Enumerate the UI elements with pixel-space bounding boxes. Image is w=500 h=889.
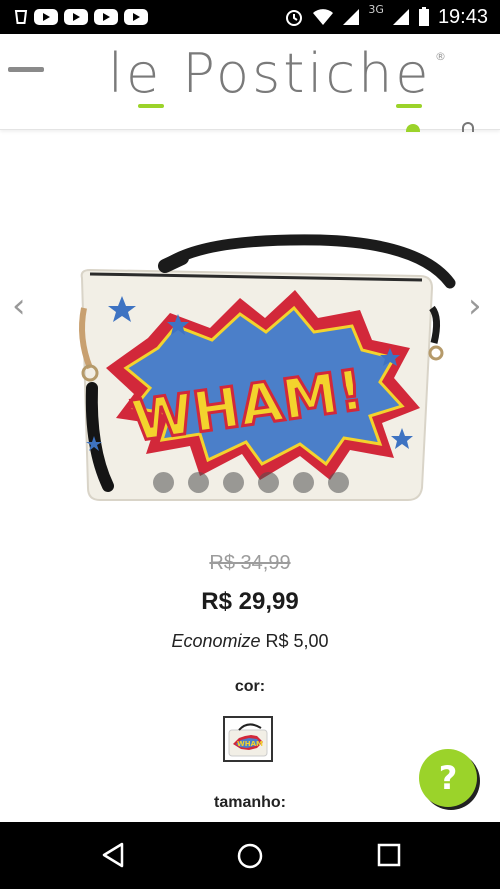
home-icon: [237, 843, 263, 869]
status-bar: 3G 19:43: [0, 0, 500, 34]
carousel-dot[interactable]: [223, 472, 244, 493]
color-label: cor:: [234, 678, 266, 695]
carousel-dot[interactable]: [328, 472, 349, 493]
clock: 19:43: [437, 5, 488, 28]
carousel-dot[interactable]: [293, 472, 314, 493]
wifi-icon: [313, 9, 334, 25]
youtube-icon: [94, 9, 118, 25]
youtube-icon: [124, 9, 148, 25]
logo-accent-e2: [396, 104, 422, 108]
home-button[interactable]: [236, 842, 264, 870]
youtube-icon: [64, 9, 88, 25]
color-swatch[interactable]: WHAM: [223, 716, 273, 762]
product-image-carousel: ‹ WHAM! ›: [0, 200, 500, 501]
back-icon: [102, 842, 124, 868]
menu-button[interactable]: [8, 64, 46, 74]
alarm-icon: [286, 10, 303, 26]
carousel-dots: [153, 472, 349, 493]
carousel-dot[interactable]: [153, 472, 174, 493]
old-price: R$ 34,99: [209, 552, 291, 574]
swatch-thumbnail: WHAM: [228, 723, 268, 757]
logo[interactable]: le Postiche ®: [108, 42, 446, 112]
recent-apps-button[interactable]: [376, 842, 402, 868]
network-type: 3G: [368, 2, 384, 16]
cart-icon[interactable]: [406, 124, 420, 132]
site-header: le Postiche ®: [0, 34, 500, 132]
carousel-next-button[interactable]: ›: [468, 286, 482, 326]
android-nav-bar: [0, 822, 500, 889]
savings-text: Economize R$ 5,00: [0, 631, 500, 652]
notification-cup-icon: [14, 10, 28, 24]
logo-registered-mark: ®: [435, 50, 446, 63]
logo-text: le Postiche: [108, 42, 432, 105]
carousel-dot[interactable]: [258, 472, 279, 493]
back-button[interactable]: [100, 842, 126, 868]
svg-text:WHAM: WHAM: [237, 740, 263, 748]
status-right: 3G 19:43: [284, 0, 488, 34]
signal-icon: [343, 9, 360, 25]
signal-icon: [392, 9, 409, 25]
recent-apps-icon: [377, 843, 401, 867]
current-price: R$ 29,99: [201, 588, 299, 615]
youtube-icon: [34, 9, 58, 25]
carousel-dot[interactable]: [188, 472, 209, 493]
menu-icon: [8, 66, 44, 72]
carousel-prev-button[interactable]: ‹: [12, 286, 26, 326]
battery-icon: [418, 7, 429, 26]
search-icon[interactable]: [462, 122, 474, 132]
bag-illustration: WHAM!: [79, 234, 456, 501]
product-image[interactable]: WHAM!: [60, 218, 460, 508]
logo-accent-e1: [138, 104, 164, 108]
savings-value: R$ 5,00: [265, 631, 329, 651]
notification-icons: [0, 0, 148, 34]
savings-label: Economize: [171, 631, 261, 651]
help-button[interactable]: ?: [419, 749, 477, 807]
